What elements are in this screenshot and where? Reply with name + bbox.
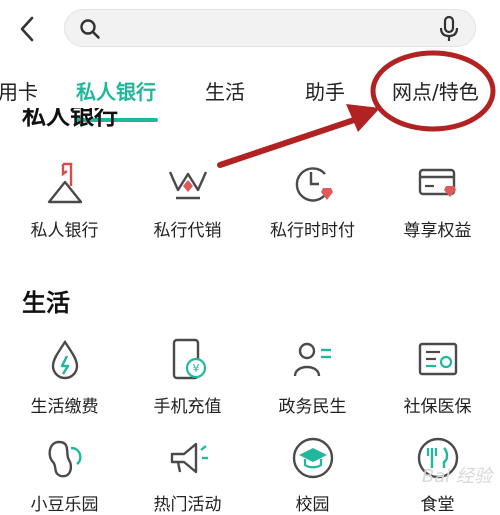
grid-item-government-services[interactable]: 政务民生: [250, 336, 375, 417]
grid-item-label: 社保医保: [403, 397, 472, 417]
grid-item-label: 热门活动: [153, 495, 222, 515]
private-bank-icon: [47, 162, 82, 204]
grid-item-label: 尊享权益: [403, 221, 472, 241]
grid-item-label: 手机充值: [153, 397, 222, 417]
grid-item-agency-sales[interactable]: 私行代销: [125, 160, 250, 241]
search-icon: [80, 19, 100, 39]
phone-yen-icon: ¥: [172, 338, 206, 380]
top-bar: [0, 0, 500, 62]
clock-diamond-icon: [295, 167, 333, 202]
tab-life[interactable]: 生活: [205, 76, 245, 105]
svg-text:¥: ¥: [192, 362, 199, 375]
back-button[interactable]: [10, 10, 46, 48]
grid-item-label: 校园: [295, 495, 330, 515]
grid-item-social-insurance[interactable]: 社保医保: [375, 336, 500, 417]
watermark-logo: Bai 经验: [421, 466, 492, 487]
graduation-cap-icon: [292, 437, 333, 479]
grid-item-label: 政务民生: [278, 397, 347, 417]
grid-item-private-bank[interactable]: 私人银行: [2, 160, 127, 241]
tab-private-banking[interactable]: 私人银行: [76, 76, 156, 105]
grid-item-label: 私行时时付: [270, 221, 355, 241]
tab-credit-card[interactable]: 用卡: [0, 76, 38, 105]
grid-item-instant-pay[interactable]: 私行时时付: [250, 160, 375, 241]
grid-item-hot-events[interactable]: 热门活动: [125, 434, 250, 515]
grid-item-campus[interactable]: 校园: [250, 434, 375, 515]
grid-item-label: 私行代销: [153, 221, 222, 241]
grid-item-exclusive-benefits[interactable]: 尊享权益: [375, 160, 500, 241]
card-diamond-icon: [418, 168, 456, 197]
tab-outlets-features[interactable]: 网点/特色: [392, 76, 479, 105]
grid-item-label: 小豆乐园: [30, 495, 99, 515]
grid-item-label: 食堂: [420, 495, 455, 515]
chevron-left-icon: [20, 16, 34, 42]
megaphone-icon: [170, 442, 208, 474]
tab-assistant[interactable]: 助手: [305, 76, 345, 105]
person-lines-icon: [293, 342, 331, 377]
grid-item-bean-park[interactable]: 小豆乐园: [2, 434, 127, 515]
grid-item-utilities[interactable]: 生活缴费: [2, 336, 127, 417]
grid-item-mobile-topup[interactable]: ¥ 手机充值: [125, 336, 250, 417]
section-title-life: 生活: [22, 289, 70, 317]
grid-item-label: 生活缴费: [30, 397, 99, 417]
bean-icon: [47, 440, 82, 478]
section-title-private-banking: 私人银行: [22, 108, 118, 130]
crown-icon: [168, 171, 207, 200]
search-input[interactable]: [64, 9, 476, 47]
water-drop-bolt-icon: [51, 339, 78, 380]
id-card-icon: [418, 342, 457, 376]
grid-item-label: 私人银行: [30, 221, 99, 241]
microphone-icon[interactable]: [437, 15, 461, 43]
